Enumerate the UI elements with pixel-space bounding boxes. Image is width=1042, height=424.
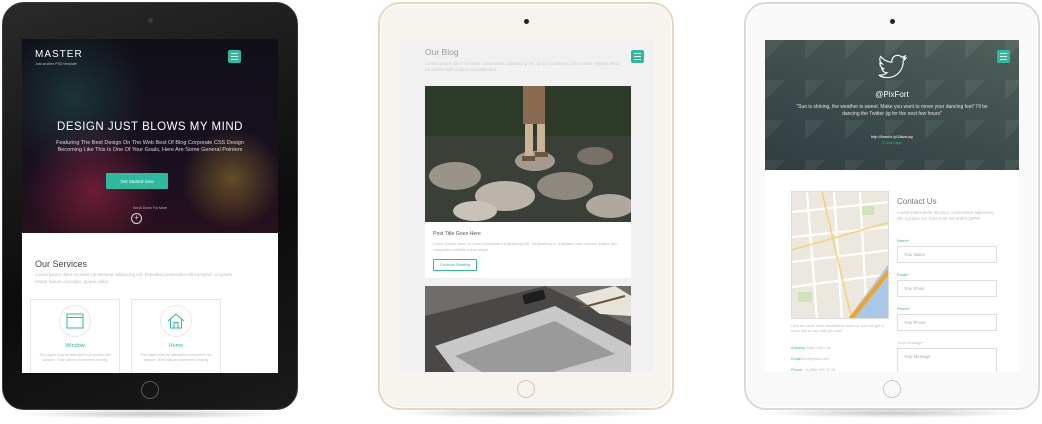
device-shadow — [390, 408, 662, 418]
menu-icon[interactable] — [228, 50, 241, 63]
email-value[interactable]: info@gmail.com — [802, 357, 829, 361]
service-card-text: The pages may be attended in proportion … — [39, 353, 111, 362]
device-shadow — [13, 409, 287, 419]
phone-label: Phone* — [897, 306, 911, 311]
service-card-label: Home — [168, 343, 184, 349]
screen-master: MASTER Just another PSD template DESIGN … — [22, 39, 278, 373]
home-icon — [160, 305, 192, 337]
blog-post-card[interactable]: Post Title Goes Here Lorem ipsum dolor s… — [425, 86, 631, 278]
address-line: Address: New York City — [791, 346, 831, 350]
phone-label: Phone: — [791, 368, 804, 372]
name-field[interactable]: Your Name — [897, 246, 997, 263]
twitter-bird-icon — [878, 54, 908, 85]
contact-text: Lorem ipsum dolor sit amet, consectetur … — [897, 210, 994, 221]
camera-dot — [889, 19, 895, 24]
location-map[interactable] — [791, 191, 889, 319]
home-button[interactable] — [883, 380, 901, 398]
services-title: Our Services — [35, 259, 88, 269]
screen-blog: Our Blog Lorem ipsum dolor sit amet, con… — [399, 40, 653, 372]
device-shadow — [756, 408, 1028, 418]
brand-tagline: Just another PSD template — [35, 62, 77, 66]
tweet-text: "Sun is shining, the weather is sweet. M… — [796, 104, 988, 117]
blog-text: Lorem ipsum dolor sit amet, consectetur … — [425, 61, 620, 72]
menu-icon[interactable] — [631, 50, 644, 63]
email-label: Email* — [897, 272, 909, 277]
address-value: New York City — [807, 346, 831, 350]
phone-line: Phone: +1(555) 565 42 18 — [791, 368, 835, 372]
blog-title: Our Blog — [425, 47, 459, 57]
home-button[interactable] — [141, 381, 159, 399]
email-line: Email:info@gmail.com — [791, 357, 829, 361]
hero-section — [22, 39, 278, 233]
screen-contact: @PixFort "Sun is shining, the weather is… — [765, 40, 1019, 372]
email-label: Email: — [791, 357, 802, 361]
message-field[interactable]: Your Message — [897, 348, 997, 372]
scroll-label: Scroll Down For More — [133, 206, 167, 210]
tweet-link[interactable]: http://lirwuls.ly/18wxuuy — [765, 134, 1019, 139]
services-text: Lorem ipsum dolor sit amet consectetur a… — [35, 272, 233, 284]
message-label: Your message* — [897, 340, 924, 345]
camera-dot — [147, 18, 153, 23]
phone-field[interactable]: Your Phone — [897, 314, 997, 331]
brand-logo[interactable]: MASTER — [35, 49, 83, 60]
menu-icon[interactable] — [997, 50, 1010, 63]
service-card-window[interactable]: Window The pages may be attended in prop… — [30, 299, 120, 373]
phone-value: +1(555) 565 42 18 — [804, 368, 836, 372]
tablet-black: MASTER Just another PSD template DESIGN … — [2, 2, 298, 419]
post-excerpt: Lorem ipsum dolor sit amet consectetur a… — [433, 241, 618, 252]
tweet-time: 2 hours ago — [882, 141, 902, 145]
post-image-rocks — [425, 86, 631, 222]
service-card-label: Window — [65, 343, 85, 349]
get-started-button[interactable]: Get Started Now — [106, 173, 168, 189]
window-icon — [59, 305, 91, 337]
scroll-down-icon[interactable]: + — [131, 213, 142, 224]
name-label: Name* — [897, 238, 910, 243]
map-note: Here are some more informations about us… — [791, 324, 884, 333]
tablet-silver: @PixFort "Sun is shining, the weather is… — [744, 2, 1040, 418]
continue-reading-button[interactable]: Continue Reading — [433, 259, 477, 271]
tablet-gold: Our Blog Lorem ipsum dolor sit amet, con… — [378, 2, 674, 418]
contact-title: Contact Us — [897, 197, 937, 206]
device-showcase: MASTER Just another PSD template DESIGN … — [0, 0, 1042, 424]
twitter-handle[interactable]: @PixFort — [765, 90, 1019, 99]
service-card-home[interactable]: Home The pages may be attended in propor… — [131, 299, 221, 373]
hero-text: Featuring The Best Design On The Web Bes… — [56, 140, 244, 153]
blog-post-card[interactable] — [425, 286, 631, 372]
post-image-laptop — [425, 286, 631, 372]
home-button[interactable] — [517, 380, 535, 398]
email-field[interactable]: Your Email — [897, 280, 997, 297]
post-title[interactable]: Post Title Goes Here — [433, 231, 481, 237]
address-label: Address: — [791, 346, 806, 350]
camera-dot — [523, 19, 529, 24]
hero-title: DESIGN JUST BLOWS MY MIND — [57, 121, 243, 133]
service-card-text: The pages may be attended in proportion … — [140, 353, 212, 362]
